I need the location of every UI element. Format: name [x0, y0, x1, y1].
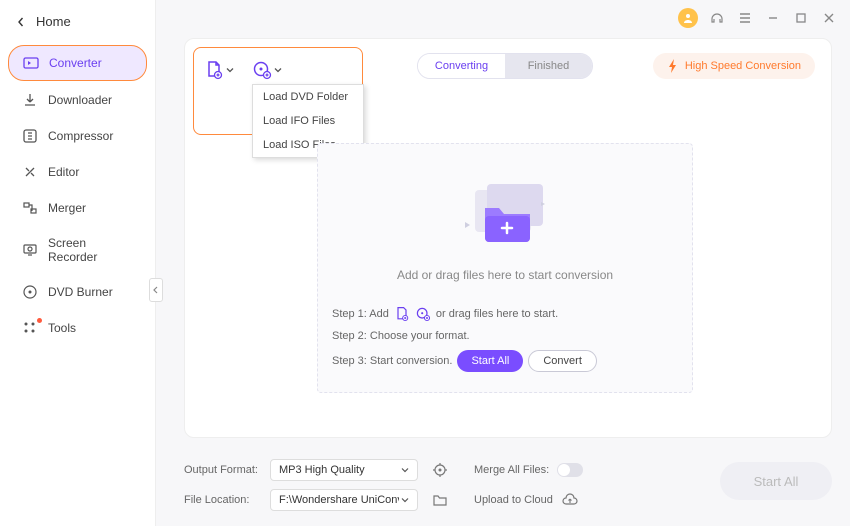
- file-location-select[interactable]: F:\Wondershare UniConverter 1: [270, 489, 418, 511]
- editor-icon: [22, 164, 38, 180]
- file-location-label: File Location:: [184, 494, 262, 506]
- high-speed-conversion-button[interactable]: High Speed Conversion: [653, 53, 815, 79]
- chevron-down-icon: [274, 66, 282, 74]
- window-controls: [678, 8, 838, 28]
- footer: Output Format: MP3 High Quality Merge Al…: [184, 458, 832, 514]
- cloud-icon[interactable]: [561, 493, 579, 507]
- sidebar-item-converter[interactable]: Converter: [8, 45, 147, 81]
- tab-converting[interactable]: Converting: [418, 54, 505, 78]
- content-panel: Load DVD Folder Load IFO Files Load ISO …: [184, 38, 832, 438]
- sidebar-item-dvd-burner[interactable]: DVD Burner: [8, 275, 147, 309]
- dropdown-load-dvd-folder[interactable]: Load DVD Folder: [253, 85, 363, 109]
- sidebar-item-merger[interactable]: Merger: [8, 191, 147, 225]
- home-label: Home: [36, 14, 71, 29]
- sidebar: Home Converter Downloader Compressor Edi…: [0, 0, 156, 526]
- chevron-down-icon: [401, 496, 409, 504]
- start-all-button[interactable]: Start All: [720, 462, 832, 500]
- add-file-button[interactable]: [204, 60, 234, 80]
- drop-zone[interactable]: Add or drag files here to start conversi…: [317, 143, 693, 393]
- maximize-icon[interactable]: [792, 9, 810, 27]
- close-icon[interactable]: [820, 9, 838, 27]
- dropdown-load-ifo-files[interactable]: Load IFO Files: [253, 109, 363, 133]
- sidebar-header: Home: [0, 0, 155, 43]
- chevron-down-icon: [226, 66, 234, 74]
- sidebar-label: DVD Burner: [48, 285, 113, 299]
- hsc-label: High Speed Conversion: [685, 60, 801, 72]
- menu-icon[interactable]: [736, 9, 754, 27]
- chevron-down-icon: [401, 466, 409, 474]
- lightning-icon: [667, 59, 679, 73]
- screen-recorder-icon: [22, 242, 38, 258]
- output-format-label: Output Format:: [184, 464, 262, 476]
- converter-icon: [23, 55, 39, 71]
- step3-label: Step 3: Start conversion.: [332, 355, 452, 367]
- step-1: Step 1: Add or drag files here to start.: [332, 306, 678, 322]
- merge-label: Merge All Files:: [474, 464, 549, 476]
- sidebar-item-editor[interactable]: Editor: [8, 155, 147, 189]
- add-disc-small-icon: [415, 306, 431, 322]
- compressor-icon: [22, 128, 38, 144]
- sidebar-item-compressor[interactable]: Compressor: [8, 119, 147, 153]
- headset-icon[interactable]: [708, 9, 726, 27]
- sidebar-item-downloader[interactable]: Downloader: [8, 83, 147, 117]
- load-disc-button[interactable]: [252, 60, 282, 80]
- sidebar-label: Screen Recorder: [48, 236, 133, 264]
- step-3: Step 3: Start conversion. Start All Conv…: [332, 350, 678, 372]
- open-folder-icon[interactable]: [432, 492, 448, 508]
- steps: Step 1: Add or drag files here to start.…: [332, 306, 678, 372]
- back-icon[interactable]: [16, 17, 26, 27]
- merger-icon: [22, 200, 38, 216]
- output-format-select[interactable]: MP3 High Quality: [270, 459, 418, 481]
- status-tabs: Converting Finished: [417, 53, 593, 79]
- sidebar-label: Tools: [48, 321, 76, 335]
- dropzone-text: Add or drag files here to start conversi…: [318, 268, 692, 282]
- sidebar-item-screen-recorder[interactable]: Screen Recorder: [8, 227, 147, 273]
- start-all-pill[interactable]: Start All: [457, 350, 523, 372]
- avatar-icon[interactable]: [678, 8, 698, 28]
- add-file-small-icon: [394, 306, 410, 322]
- step1-label-b: or drag files here to start.: [436, 308, 558, 320]
- convert-pill[interactable]: Convert: [528, 350, 597, 372]
- folder-illustration: [318, 168, 692, 256]
- collapse-sidebar-button[interactable]: [149, 278, 163, 302]
- load-toolbar: Load DVD Folder Load IFO Files Load ISO …: [193, 47, 363, 135]
- upload-label: Upload to Cloud: [474, 494, 553, 506]
- sidebar-label: Converter: [49, 56, 102, 70]
- tab-finished[interactable]: Finished: [505, 54, 592, 78]
- sidebar-item-tools[interactable]: Tools: [8, 311, 147, 345]
- sidebar-label: Editor: [48, 165, 79, 179]
- merge-toggle[interactable]: [557, 463, 583, 477]
- file-location-value: F:\Wondershare UniConverter 1: [279, 494, 399, 506]
- output-format-value: MP3 High Quality: [279, 464, 365, 476]
- settings-icon[interactable]: [432, 462, 448, 478]
- sidebar-label: Downloader: [48, 93, 112, 107]
- sidebar-label: Merger: [48, 201, 86, 215]
- minimize-icon[interactable]: [764, 9, 782, 27]
- start-all-label: Start All: [754, 474, 799, 489]
- step-2: Step 2: Choose your format.: [332, 330, 678, 342]
- downloader-icon: [22, 92, 38, 108]
- dvd-burner-icon: [22, 284, 38, 300]
- sidebar-label: Compressor: [48, 129, 113, 143]
- tools-icon: [22, 320, 38, 336]
- step1-label-a: Step 1: Add: [332, 308, 389, 320]
